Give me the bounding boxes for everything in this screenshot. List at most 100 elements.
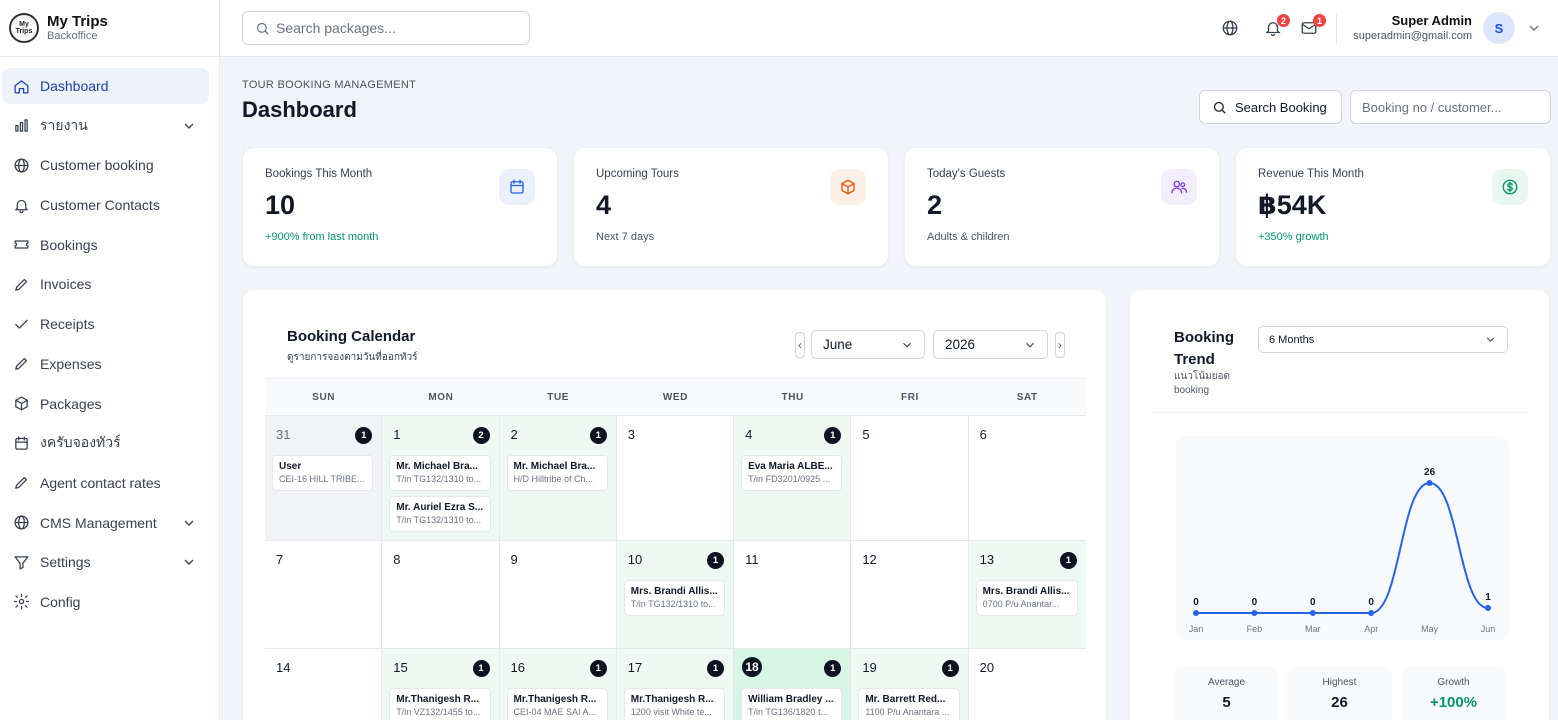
day-events: Mrs. Brandi Allis... T/in TG132/1310 to..… xyxy=(623,580,726,621)
user-name[interactable]: Super Admin xyxy=(1392,13,1472,28)
gear-icon xyxy=(13,594,29,610)
calendar-day[interactable]: 11 xyxy=(734,541,852,648)
trend-range-select[interactable]: 6 Months xyxy=(1258,326,1508,353)
trend-point[interactable] xyxy=(1251,610,1258,616)
trend-point[interactable] xyxy=(1193,610,1199,616)
calendar-day[interactable]: 4 1 Eva Maria ALBE... T/in FD3201/0925 ... xyxy=(734,416,852,540)
trend-x-tick: May xyxy=(1421,624,1439,634)
sidebar-item-12[interactable]: Settings xyxy=(2,544,209,580)
calendar-day[interactable]: 31 1 User CEI-16 HILL TRIBE... xyxy=(265,416,383,540)
calendar-day[interactable]: 10 1 Mrs. Brandi Allis... T/in TG132/1310 t… xyxy=(616,541,735,648)
stat-card-2: Today's Guests 2 Adults & children xyxy=(904,147,1220,267)
sidebar-item-5[interactable]: Invoices xyxy=(2,266,209,302)
package-icon xyxy=(841,179,855,195)
sidebar-item-13[interactable]: Config xyxy=(2,584,209,620)
sidebar-item-8[interactable]: Packages xyxy=(2,386,209,422)
booking-event[interactable]: Mr. Michael Bra... H/D Hilltribe of Ch... xyxy=(506,455,608,491)
search-booking-button[interactable]: Search Booking xyxy=(1199,90,1342,124)
bar-chart-icon xyxy=(14,119,28,132)
calendar-day[interactable]: 13 1 Mrs. Brandi Allis... 0700 P/u Anantar.… xyxy=(968,541,1086,648)
booking-event[interactable]: Mr. Michael Bra... T/in TG132/1310 to... xyxy=(389,455,491,491)
language-button[interactable] xyxy=(1221,19,1241,39)
stat-card-1: Upcoming Tours 4 Next 7 days xyxy=(573,147,889,267)
day-number: 19 xyxy=(862,660,877,675)
booking-event[interactable]: Mr. Auriel Ezra S... T/in TG132/1310 to..… xyxy=(389,496,491,532)
booking-event[interactable]: Mr. Barrett Red... 1100 P/u Anantara ... xyxy=(858,688,960,720)
package-search[interactable] xyxy=(242,11,530,45)
messages-button[interactable]: 1 xyxy=(1300,14,1326,39)
day-number: 2 xyxy=(510,427,518,442)
calendar-day[interactable]: 1 2 Mr. Michael Bra... T/in TG132/1310 to..… xyxy=(382,416,500,540)
calendar-day[interactable]: 16 1 Mr.Thanigesh R... CEI-04 MAE SAI A... xyxy=(499,649,617,720)
trend-title: Booking Trend xyxy=(1174,329,1234,368)
calendar-day[interactable]: 12 xyxy=(851,541,969,648)
day-events: Mr. Michael Bra... T/in TG132/1310 to... M… xyxy=(389,455,491,537)
sidebar-icon-wrap xyxy=(12,77,30,95)
booking-event[interactable]: Mr.Thanigesh R... CEI-04 MAE SAI A... xyxy=(506,688,608,720)
sidebar-item-3[interactable]: Customer Contacts xyxy=(2,187,209,223)
trend-stat-label: Highest xyxy=(1322,677,1357,688)
trend-point[interactable] xyxy=(1309,610,1316,616)
chevron-down-icon xyxy=(184,559,194,566)
calendar-day[interactable]: 18 1 William Bradley ... T/in TG136/1820 t.… xyxy=(734,649,852,720)
calendar-day[interactable]: 15 1 Mr.Thanigesh R... T/in VZ132/1455 to..… xyxy=(382,649,500,720)
sidebar-item-2[interactable]: Customer booking xyxy=(2,147,209,183)
calendar-day[interactable]: 5 xyxy=(851,416,969,540)
sidebar-item-9[interactable]: งครับจองทัวร์ xyxy=(2,425,209,461)
calendar-day[interactable]: 7 xyxy=(265,541,383,648)
calendar-day[interactable]: 14 xyxy=(265,649,383,720)
avatar[interactable]: S xyxy=(1483,12,1515,44)
booking-event[interactable]: Eva Maria ALBE... T/in FD3201/0925 ... xyxy=(741,455,843,491)
booking-event[interactable]: Mrs. Brandi Allis... T/in TG132/1310 to..… xyxy=(623,580,726,616)
calendar-day[interactable]: 6 xyxy=(968,416,1086,540)
stat-value: ฿54K xyxy=(1258,190,1327,220)
user-menu-toggle[interactable] xyxy=(1526,20,1542,36)
sidebar-item-7[interactable]: Expenses xyxy=(2,346,209,382)
sidebar-item-6[interactable]: Receipts xyxy=(2,306,209,342)
sidebar-item-0[interactable]: Dashboard xyxy=(2,68,209,104)
chevron-down-icon xyxy=(1026,342,1034,348)
trend-point[interactable] xyxy=(1485,605,1491,611)
stat-sub: Adults & children xyxy=(927,231,1010,243)
globe-icon xyxy=(1222,20,1238,36)
search-input[interactable] xyxy=(276,20,516,36)
sidebar-icon-wrap xyxy=(12,236,30,254)
calendar-day[interactable]: 8 xyxy=(382,541,500,648)
sidebar-item-label: งครับจองทัวร์ xyxy=(40,434,121,451)
booking-search-input[interactable] xyxy=(1350,90,1551,124)
calendar-day[interactable]: 9 xyxy=(499,541,617,648)
calendar-day[interactable]: 17 1 Mr.Thanigesh R... 1200 visit White te.… xyxy=(616,649,735,720)
globe-icon xyxy=(13,515,29,530)
brand[interactable]: My Trips My Trips Backoffice xyxy=(0,0,219,57)
notifications-button[interactable]: 2 xyxy=(1264,14,1290,39)
day-number: 31 xyxy=(276,427,291,442)
calendar-day[interactable]: 20 xyxy=(968,649,1086,720)
trend-point[interactable] xyxy=(1368,610,1375,616)
calendar-day[interactable]: 2 1 Mr. Michael Bra... H/D Hilltribe of Ch.… xyxy=(499,416,617,540)
year-select[interactable]: 2026 xyxy=(933,330,1048,359)
sidebar-item-1[interactable]: รายงาน xyxy=(2,108,209,144)
sidebar-item-11[interactable]: CMS Management xyxy=(2,505,209,541)
calendar-day[interactable]: 19 1 Mr. Barrett Red... 1100 P/u Anantara .… xyxy=(851,649,969,720)
booking-event[interactable]: William Bradley ... T/in TG136/1820 t... xyxy=(741,688,843,720)
bell-icon xyxy=(14,199,28,213)
event-detail: H/D Hilltribe of Ch... xyxy=(513,474,594,484)
sidebar-item-label: Packages xyxy=(40,395,102,412)
month-select[interactable]: June xyxy=(811,330,925,359)
chevron-down-icon xyxy=(184,123,194,129)
booking-event[interactable]: User CEI-16 HILL TRIBE... xyxy=(272,455,374,491)
sidebar-icon-wrap xyxy=(12,117,30,135)
calendar-day[interactable]: 3 xyxy=(616,416,735,540)
booking-event[interactable]: Mrs. Brandi Allis... 0700 P/u Anantar... xyxy=(975,580,1078,616)
sidebar-item-10[interactable]: Agent contact rates xyxy=(2,465,209,501)
user-email: superadmin@gmail.com xyxy=(1353,30,1472,42)
booking-event[interactable]: Mr.Thanigesh R... 1200 visit White te... xyxy=(623,688,726,720)
trend-point[interactable] xyxy=(1426,480,1433,486)
sidebar-item-4[interactable]: Bookings xyxy=(2,227,209,263)
trend-chart: 0 Jan 0 Feb 0 Mar 0 Apr 26 May 1 Jun xyxy=(1189,467,1496,634)
booking-event[interactable]: Mr.Thanigesh R... T/in VZ132/1455 to... xyxy=(389,688,491,720)
prev-month-button[interactable]: ‹ xyxy=(795,332,805,358)
next-month-button[interactable]: › xyxy=(1055,332,1065,358)
day-number: 3 xyxy=(627,427,636,442)
stat-value: 4 xyxy=(596,190,612,220)
